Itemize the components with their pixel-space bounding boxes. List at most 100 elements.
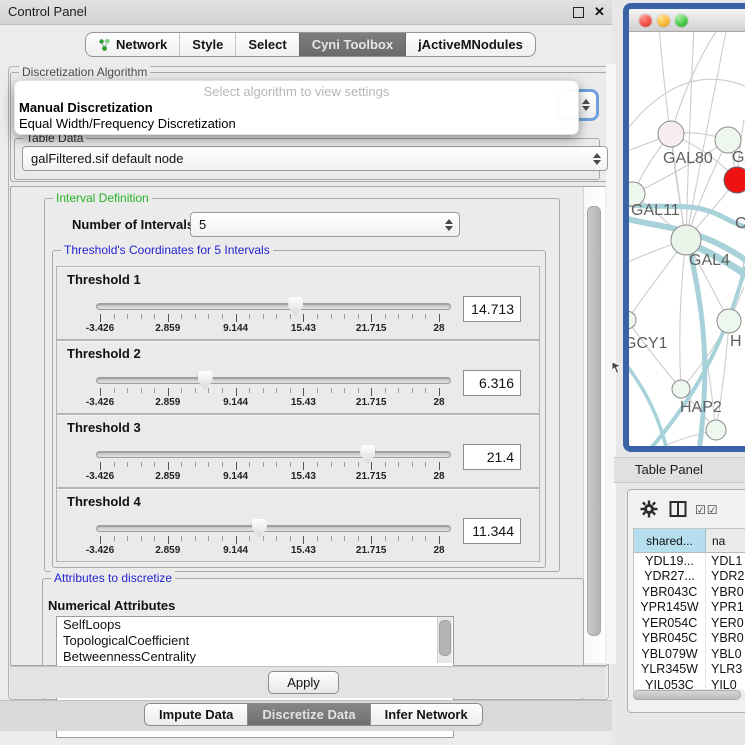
slider-track[interactable] [96,303,451,310]
table-panel-title: Table Panel [635,462,703,477]
combo-arrows-icon [593,153,600,165]
tick-label: 2.859 [155,397,180,408]
graph-node-gcy1[interactable] [629,311,636,329]
tick-label: 28 [433,323,444,334]
popup-option-manual-discretization[interactable]: Manual Discretization [19,100,153,115]
graph-node-node-h[interactable] [717,309,741,333]
checkbox-columns-icon[interactable]: ☑☑ [695,503,719,517]
tick-label: 9.144 [223,471,248,482]
tab-label: Select [248,37,286,52]
table-hscrollbar-track[interactable] [632,689,745,701]
cell-name: YDL1 [706,553,745,569]
threshold-slider[interactable]: -3.4262.8599.14415.4321.71528 [96,415,451,487]
table-row[interactable]: YER054CYER0 [634,615,745,631]
graph-node-gal4[interactable] [671,225,701,255]
slider-tick-labels: -3.4262.8599.14415.4321.71528 [100,397,439,409]
gear-icon[interactable] [640,500,658,518]
tick-label: 28 [433,471,444,482]
slider-track[interactable] [96,525,451,532]
slider-ticks [100,462,439,470]
slider-ticks [100,314,439,322]
table-hscrollbar-thumb[interactable] [633,690,741,700]
screen: Control Panel ✕ NetworkStyleSelectCyni T… [0,0,745,745]
control-panel-tabbar: Network Style Select Cyni Toolbox jActiveMNo… [85,32,536,57]
tab-jactivemnodules[interactable]: jActiveMNodules [405,33,535,56]
cell-name: YLR3 [706,662,745,678]
table-row[interactable]: YPR145WYPR1 [634,600,745,616]
split-columns-icon[interactable] [669,500,687,518]
tab-impute-data[interactable]: Impute Data [145,704,247,725]
tab-network[interactable]: Network [86,33,179,56]
threshold-value-field[interactable]: 11.344 [463,518,521,544]
graph-node-node-red[interactable] [724,167,745,193]
tab-discretize-data[interactable]: Discretize Data [247,704,369,725]
graph-node-gal80[interactable] [658,121,684,147]
attributes-group-title: Attributes to discretize [51,571,175,585]
cell-name: YBR0 [706,584,745,600]
tick-label: -3.426 [86,323,114,334]
tick-label: 9.144 [223,323,248,334]
threshold-slider[interactable]: -3.4262.8599.14415.4321.71528 [96,267,451,339]
tick-label: 21.715 [356,323,387,334]
tab-style[interactable]: Style [179,33,235,56]
table-data-combobox[interactable]: galFiltered.sif default node [22,146,608,171]
control-panel: Control Panel ✕ NetworkStyleSelectCyni T… [0,0,612,745]
threshold-slider[interactable]: -3.4262.8599.14415.4321.71528 [96,341,451,413]
tab-select[interactable]: Select [235,33,298,56]
mac-close-button[interactable] [639,14,652,27]
cell-name: YBR0 [706,631,745,647]
vertical-scrollbar-thumb[interactable] [587,206,601,636]
column-header-shared-name[interactable]: shared... [634,529,706,552]
threshold-panel-4: Threshold 4-3.4262.8599.14415.4321.71528… [56,488,540,562]
tab-label: Cyni Toolbox [312,37,393,52]
slider-tick-labels: -3.4262.8599.14415.4321.71528 [100,471,439,483]
slider-track[interactable] [96,451,451,458]
graph-node-node-bottom[interactable] [706,420,726,440]
popup-hint: Select algorithm to view settings [15,84,578,99]
discretization-algorithm-group-title: Discretization Algorithm [19,65,150,79]
table-row[interactable]: YBR043CYBR0 [634,584,745,600]
table-data-selected-value: galFiltered.sif default node [31,151,183,166]
table-row[interactable]: YBR045CYBR0 [634,631,745,647]
tick-label: 15.43 [291,545,316,556]
threshold-value-field[interactable]: 21.4 [463,444,521,470]
number-of-intervals-value: 5 [199,217,206,232]
popup-option-equal-width-frequency-discretization[interactable]: Equal Width/Frequency Discretization [19,116,236,131]
table-panel-titlebar: Table Panel [614,457,745,483]
close-icon[interactable]: ✕ [593,5,606,18]
tab-label: Style [192,37,223,52]
tab-infer-network[interactable]: Infer Network [370,704,482,725]
mac-zoom-button[interactable] [675,14,688,27]
slider-ticks [100,388,439,396]
number-of-intervals-combobox[interactable]: 5 [190,212,460,237]
table-row[interactable]: YLR345WYLR3 [634,662,745,678]
float-window-icon[interactable] [573,7,584,18]
cyni-mode-tabs: Impute DataDiscretize DataInfer Network [144,703,483,726]
list-item-topologicalcoefficient[interactable]: TopologicalCoefficient [57,633,453,649]
column-header-name[interactable]: na [706,529,745,552]
table-row[interactable]: YDL19...YDL1 [634,553,745,569]
list-item-betweennesscentrality[interactable]: BetweennessCentrality [57,649,453,665]
threshold-panel-2: Threshold 2-3.4262.8599.14415.4321.71528… [56,340,540,414]
tab-cyni-toolbox[interactable]: Cyni Toolbox [299,33,405,56]
list-item-selfloops[interactable]: SelfLoops [57,617,453,633]
network-window-titlebar[interactable] [629,9,745,32]
tick-label: 21.715 [356,545,387,556]
threshold-value-field[interactable]: 6.316 [463,370,521,396]
threshold-value-field[interactable]: 14.713 [463,296,521,322]
table-row[interactable]: YDR27...YDR2 [634,569,745,585]
attributes-scrollbar-thumb[interactable] [439,620,451,656]
tick-label: 15.43 [291,323,316,334]
table-row[interactable]: YBL079WYBL0 [634,646,745,662]
network-canvas[interactable]: GAL80GAL11GAL4GCY1HHAP2GAC [629,32,745,446]
tick-label: -3.426 [86,545,114,556]
slider-track[interactable] [96,377,451,384]
mac-minimize-button[interactable] [657,14,670,27]
graph-node-hap2[interactable] [672,380,690,398]
node-attribute-table: shared...na YDL19...YDL1YDR27...YDR2YBR0… [633,528,745,693]
table-panel-body: ☑☑ shared...na YDL19...YDL1YDR27...YDR2Y… [627,489,745,713]
tick-label: -3.426 [86,471,114,482]
apply-button[interactable]: Apply [268,671,339,694]
tick-label: 21.715 [356,397,387,408]
threshold-slider[interactable]: -3.4262.8599.14415.4321.71528 [96,489,451,561]
